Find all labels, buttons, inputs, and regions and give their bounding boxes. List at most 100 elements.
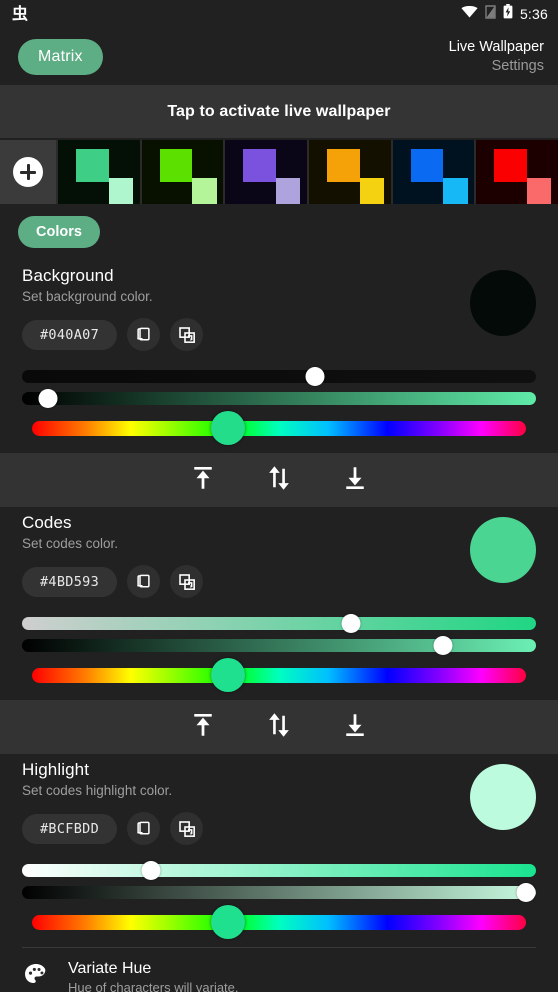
section-subtitle: Set codes highlight color.	[22, 783, 173, 798]
slider-group	[0, 845, 558, 939]
status-bar: 虫 5:36	[0, 0, 558, 28]
palette-swatch-alt	[359, 178, 385, 204]
slider-hue[interactable]	[22, 411, 536, 445]
no-sim-icon	[485, 4, 496, 24]
palette-swatch-main	[326, 148, 360, 183]
palette-swatch-4[interactable]	[309, 140, 391, 204]
color-sections: Background Set background color. #040A07 Co…	[0, 260, 558, 947]
slider-thumb[interactable]	[341, 613, 361, 633]
hex-value-field[interactable]: #040A07	[22, 319, 117, 350]
swap-vertical-icon[interactable]	[264, 710, 294, 745]
palette-swatch-main	[159, 148, 193, 183]
palette-swatch-6[interactable]	[476, 140, 558, 204]
palette-swatch-alt	[526, 178, 552, 204]
copy-icon[interactable]	[127, 318, 160, 351]
move-to-bottom-icon[interactable]	[340, 463, 370, 498]
slider-hue[interactable]	[22, 905, 536, 939]
paste-icon[interactable]	[170, 565, 203, 598]
paste-icon[interactable]	[170, 318, 203, 351]
swap-vertical-icon[interactable]	[264, 463, 294, 498]
tab-row: Colors	[0, 204, 558, 260]
palette-list	[56, 140, 558, 204]
slider-track	[22, 391, 536, 405]
slider-saturation[interactable]	[22, 387, 536, 409]
variate-hue-title: Variate Hue	[68, 960, 152, 977]
copy-icon[interactable]	[127, 565, 160, 598]
page-subtitle: Settings	[491, 57, 544, 74]
status-bar-right: 5:36	[461, 4, 548, 24]
status-bar-clock: 5:36	[519, 6, 548, 22]
palette-swatch-main	[75, 148, 109, 183]
palette-swatch-2[interactable]	[141, 140, 224, 204]
slider-thumb[interactable]	[516, 882, 536, 902]
slider-track	[22, 638, 536, 652]
slider-saturation[interactable]	[22, 634, 536, 656]
battery-charging-icon	[503, 4, 513, 24]
section-subtitle: Set background color.	[22, 289, 153, 304]
move-to-bottom-icon[interactable]	[340, 710, 370, 745]
slider-track	[22, 369, 536, 383]
matrix-preset-chip[interactable]: Matrix	[18, 38, 103, 75]
color-preview-circle[interactable]	[470, 270, 536, 336]
paste-icon[interactable]	[170, 812, 203, 845]
palette-swatch-alt	[443, 178, 468, 204]
slider-hue[interactable]	[22, 658, 536, 692]
palette-swatch-alt	[108, 178, 134, 204]
variate-hue-row[interactable]: Variate Hue Hue of characters will varia…	[0, 948, 558, 992]
status-bar-left: 虫	[12, 6, 28, 22]
color-section-highlight: Highlight Set codes highlight color. #BCFB…	[0, 754, 558, 947]
plus-icon	[13, 157, 43, 187]
tab-colors[interactable]: Colors	[18, 216, 100, 248]
palette-swatch-alt	[275, 178, 301, 204]
palette-swatch-1[interactable]	[58, 140, 140, 204]
activate-wallpaper-banner[interactable]: Tap to activate live wallpaper	[0, 85, 558, 138]
color-preview-circle[interactable]	[470, 517, 536, 583]
copy-icon[interactable]	[127, 812, 160, 845]
slider-lightness[interactable]	[22, 859, 536, 881]
page-title: Live Wallpaper	[448, 39, 544, 56]
palette-icon	[22, 961, 50, 992]
slider-group	[0, 598, 558, 692]
add-palette-button[interactable]	[0, 140, 56, 204]
move-to-top-icon[interactable]	[188, 710, 218, 745]
slider-group	[0, 351, 558, 445]
hex-value-field[interactable]: #BCFBDD	[22, 813, 117, 844]
section-reorder-bar	[0, 700, 558, 754]
slider-lightness[interactable]	[22, 612, 536, 634]
slider-thumb[interactable]	[38, 388, 58, 408]
palette-swatch-5[interactable]	[392, 140, 475, 204]
palette-strip	[0, 140, 558, 204]
slider-thumb[interactable]	[210, 411, 245, 445]
color-preview-circle[interactable]	[470, 764, 536, 830]
palette-swatch-alt	[192, 178, 217, 204]
palette-swatch-3[interactable]	[225, 140, 308, 204]
section-reorder-bar	[0, 453, 558, 507]
section-title: Highlight	[22, 760, 90, 779]
palette-swatch-main	[494, 148, 527, 183]
live-wallpaper-settings-screen: 虫 5:36 Matrix Live Wallpaper Settings Ta…	[0, 0, 558, 992]
section-title: Background	[22, 266, 114, 285]
color-section-background: Background Set background color. #040A07	[0, 260, 558, 453]
variate-hue-subtitle: Hue of characters will variate.	[68, 980, 239, 992]
palette-swatch-main	[410, 148, 444, 183]
slider-thumb[interactable]	[210, 905, 245, 939]
slider-track	[22, 616, 536, 630]
slider-lightness[interactable]	[22, 365, 536, 387]
wifi-icon	[461, 5, 478, 23]
slider-thumb[interactable]	[433, 635, 453, 655]
slider-track	[32, 914, 526, 930]
section-title: Codes	[22, 513, 72, 532]
app-bar-titles: Live Wallpaper Settings	[449, 38, 544, 74]
slider-thumb[interactable]	[141, 860, 160, 880]
move-to-top-icon[interactable]	[188, 463, 218, 498]
slider-saturation[interactable]	[22, 881, 536, 903]
hex-value-field[interactable]: #4BD593	[22, 566, 117, 597]
section-subtitle: Set codes color.	[22, 536, 119, 551]
palette-swatch-main	[243, 148, 276, 183]
variate-hue-texts: Variate Hue Hue of characters will varia…	[68, 960, 239, 992]
slider-track	[22, 863, 536, 877]
slider-track	[32, 420, 526, 436]
slider-thumb[interactable]	[210, 658, 245, 692]
activate-wallpaper-label: Tap to activate live wallpaper	[167, 102, 391, 120]
slider-thumb[interactable]	[305, 366, 325, 386]
